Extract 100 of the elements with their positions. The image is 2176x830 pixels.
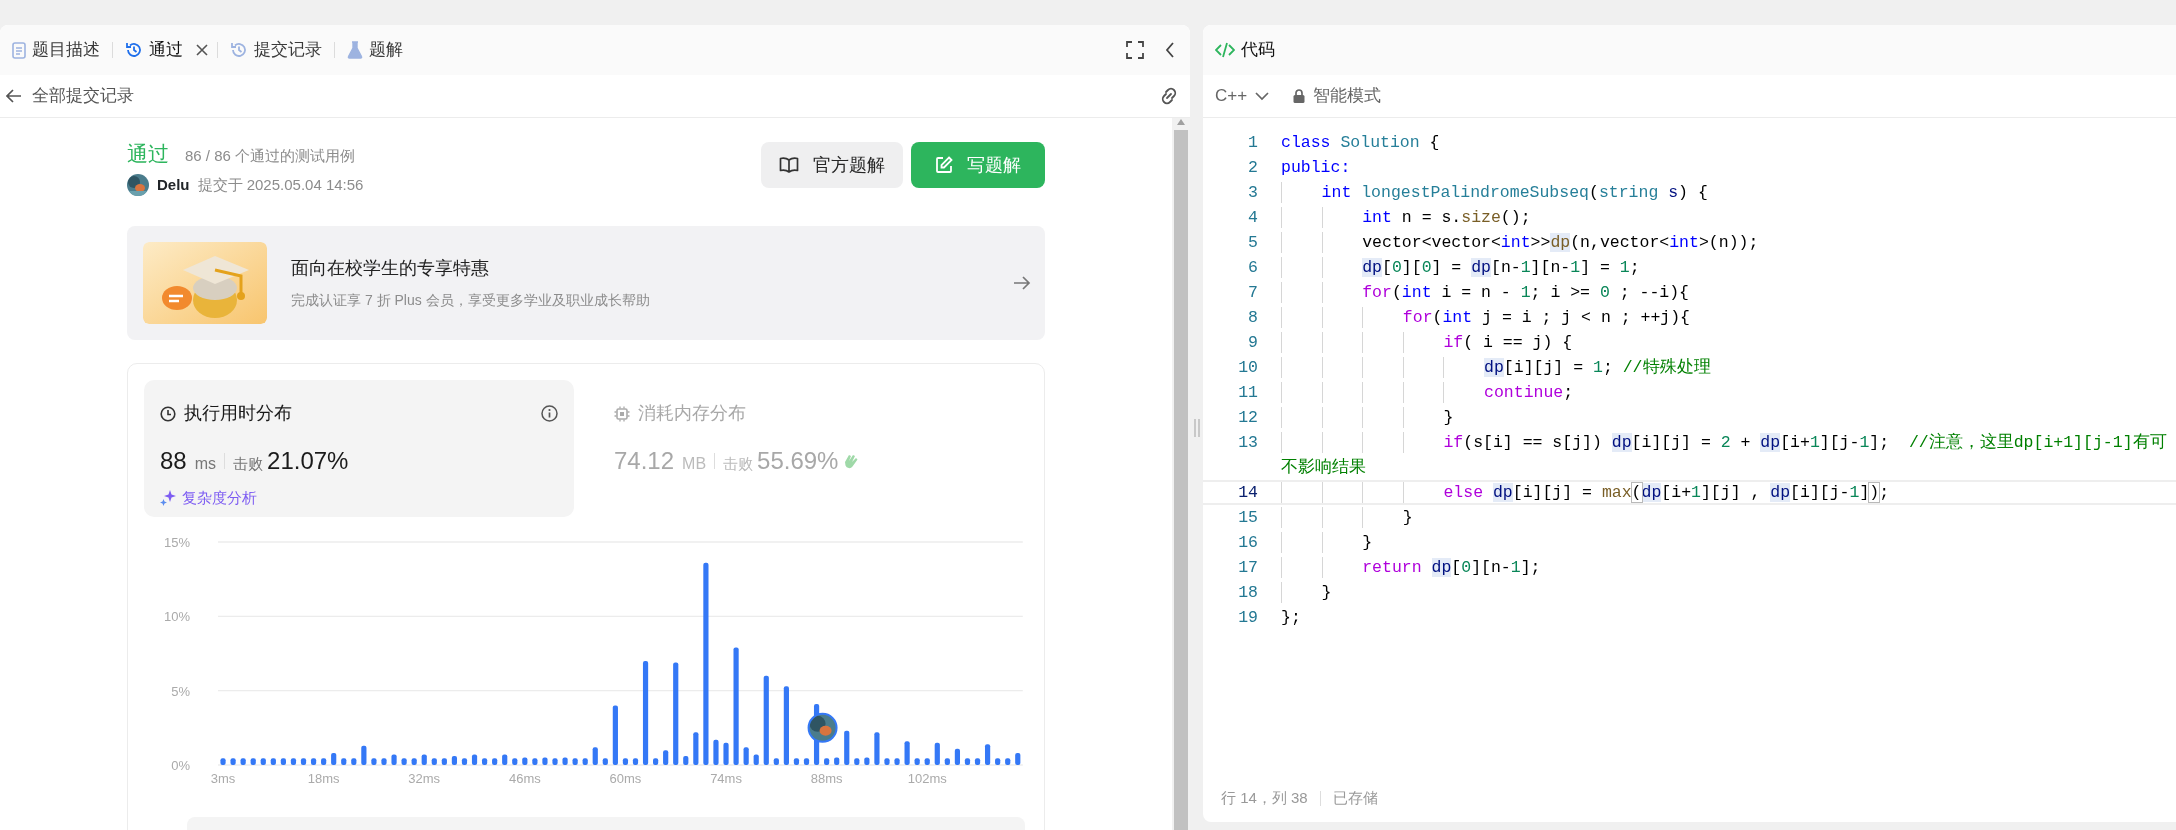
bar[interactable] [270,758,276,765]
bar[interactable] [653,758,659,765]
back-arrow-icon [6,89,22,103]
bar[interactable] [622,758,629,765]
bar[interactable] [602,758,608,765]
tab[interactable]: 通过 [121,37,187,63]
bar[interactable] [834,757,840,765]
bar[interactable] [572,758,578,765]
bar[interactable] [924,758,930,765]
bar[interactable] [300,758,307,765]
user-name[interactable]: Delu [157,173,190,196]
info-icon[interactable] [541,405,558,422]
bar[interactable] [683,756,689,765]
bar[interactable] [964,758,971,765]
bar[interactable] [492,758,498,765]
bar[interactable] [310,758,317,765]
bar[interactable] [512,758,518,765]
bar[interactable] [532,758,538,765]
bar[interactable] [421,754,427,765]
bar[interactable] [220,758,226,765]
resize-handle-icon[interactable] [1193,418,1200,437]
bar[interactable] [290,758,297,765]
bar[interactable] [471,754,478,765]
bar[interactable] [230,758,236,765]
back-link[interactable]: 全部提交记录 [6,83,134,109]
bar[interactable] [280,758,286,765]
code-line: if(s[i] == s[j]) dp[i][j] = 2 + dp[i+1][j-1]; //注意，这里dp[i+1][j-1]有可 [1258,432,2167,453]
bar[interactable] [934,742,940,765]
bar[interactable] [361,745,367,765]
language-dropdown[interactable]: C++ [1215,83,1270,109]
solution-button[interactable]: 官方题解 [761,142,903,188]
close-icon[interactable] [195,43,209,57]
bar[interactable] [753,754,759,765]
bar[interactable] [482,758,488,765]
tab[interactable]: 题解 [343,37,407,63]
bar[interactable] [562,757,568,765]
bar[interactable] [411,758,417,765]
x-axis-label: 74ms [710,771,742,786]
line-number: 4 [1247,207,1258,228]
bar[interactable] [713,739,719,765]
bar[interactable] [451,756,457,765]
collapse-icon[interactable] [1164,41,1176,59]
bar[interactable] [985,744,991,765]
x-axis-label: 3ms [210,771,236,786]
mode-toggle[interactable]: 智能模式 [1293,83,1382,109]
bar[interactable] [592,747,598,765]
tab[interactable]: 代码 [1211,37,1279,63]
bar[interactable] [542,757,548,765]
bar[interactable] [351,758,357,765]
complexity-link[interactable]: 复杂度分析 [160,487,257,510]
fullscreen-icon[interactable] [1126,41,1144,59]
bar[interactable] [240,758,246,765]
bar[interactable] [854,758,860,765]
bar[interactable] [894,758,900,765]
bar[interactable] [582,758,588,765]
bar[interactable] [391,754,397,765]
bar[interactable] [632,758,639,765]
bar[interactable] [824,758,830,765]
bar[interactable] [341,758,347,765]
promo-banner[interactable]: 面向在校学生的专享特惠 完成认证享 7 折 Plus 会员，享受更多学业及职业成长帮助 [127,226,1045,340]
tab[interactable]: 题目描述 [8,37,104,63]
bar[interactable] [944,758,950,765]
bar[interactable] [441,758,447,765]
bar[interactable] [642,660,649,765]
avatar [807,712,838,743]
bar[interactable] [260,758,266,765]
bar[interactable] [793,758,800,765]
bar[interactable] [331,753,337,765]
line-number: 10 [1237,357,1258,378]
bar[interactable] [1015,753,1021,765]
bar[interactable] [844,730,850,765]
bar[interactable] [461,758,468,765]
bar[interactable] [502,754,508,765]
bar[interactable] [381,758,387,765]
bar[interactable] [1005,758,1011,765]
bar[interactable] [914,758,920,765]
bar[interactable] [371,758,377,765]
scroll-up-icon[interactable] [1176,118,1186,126]
bar[interactable] [773,758,779,765]
metric-card[interactable]: 执行用时分布 88 ms 击败 21.07% 复杂度分析 [144,380,574,517]
bar[interactable] [803,758,810,765]
line-number: 15 [1237,507,1258,528]
bar[interactable] [250,758,256,765]
bar[interactable] [743,747,749,765]
bar[interactable] [522,757,528,765]
bar[interactable] [552,758,558,765]
code-line: class Solution { [1280,132,1440,153]
bar[interactable] [401,758,407,765]
bar[interactable] [864,757,870,765]
tab[interactable]: 提交记录 [226,37,326,63]
bar[interactable] [884,758,890,765]
bar[interactable] [321,758,327,765]
bar[interactable] [431,758,437,765]
bar[interactable] [974,758,981,765]
bar[interactable] [723,742,729,765]
bar[interactable] [995,758,1001,765]
bar[interactable] [663,750,669,765]
scrollbar-thumb[interactable] [1174,130,1188,830]
scrollbar[interactable] [1172,118,1190,830]
bar[interactable] [954,748,960,765]
